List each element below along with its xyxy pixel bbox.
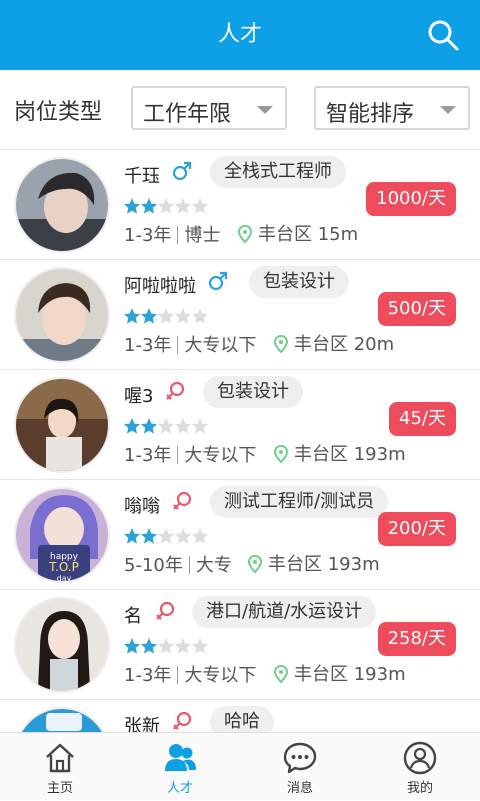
experience-education: 5-10年 大专 <box>124 551 232 577</box>
list-item[interactable]: 千珏 全栈式工程师 1000/天 1-3年 博士 丰台区 15m <box>0 150 480 260</box>
tab-messages-label: 消息 <box>286 781 313 796</box>
talent-name: 嗡嗡 <box>124 496 160 517</box>
experience-education: 1-3年 大专以下 <box>124 441 256 467</box>
job-tag: 包装设计 <box>249 266 349 298</box>
chevron-down-icon <box>440 106 456 114</box>
education: 大专以下 <box>184 335 257 356</box>
location-pin-icon <box>273 334 289 354</box>
female-icon <box>166 381 185 400</box>
search-icon[interactable] <box>426 18 460 52</box>
sort-dropdown[interactable]: 智能排序 <box>314 86 470 130</box>
avatar <box>14 707 110 732</box>
location-text: 丰台区 193m <box>294 444 406 465</box>
location-text: 丰台区 193m <box>268 554 380 575</box>
tab-messages[interactable]: 消息 <box>240 733 360 801</box>
price-badge: 45/天 <box>389 402 456 436</box>
chevron-down-icon <box>257 106 273 114</box>
education: 大专以下 <box>184 445 257 466</box>
talent-name: 名 <box>124 606 142 627</box>
female-icon <box>156 601 175 620</box>
job-type-filter[interactable]: 岗位类型 <box>14 94 102 126</box>
list-item[interactable]: 喔3 包装设计 45/天 1-3年 大专以下 丰台区 193m <box>0 370 480 480</box>
female-icon <box>173 491 192 510</box>
job-tag: 哈哈 <box>210 706 274 732</box>
list-item[interactable]: 名 港口/航道/水运设计 258/天 1-3年 大专以下 丰台区 193m <box>0 590 480 700</box>
page-title: 人才 <box>217 22 262 47</box>
experience: 1-3年 <box>124 225 172 246</box>
avatar: happy T.O.P day <box>14 487 110 583</box>
tab-home[interactable]: 主页 <box>0 733 120 801</box>
rating-stars <box>124 198 208 214</box>
talent-name: 喔3 <box>124 386 154 407</box>
education: 大专以下 <box>184 665 257 686</box>
location-text: 丰台区 193m <box>294 664 406 685</box>
talent-name: 张新 <box>124 716 160 732</box>
chat-bubble-icon <box>283 742 317 774</box>
list-item[interactable]: 张新 哈哈 <box>0 700 480 732</box>
job-tag: 港口/航道/水运设计 <box>192 596 377 628</box>
rating-stars <box>124 638 208 654</box>
app-header: 人才 <box>0 0 480 70</box>
avatar <box>14 377 110 473</box>
rating-stars <box>124 308 208 324</box>
home-icon <box>46 743 74 773</box>
tab-mine[interactable]: 我的 <box>360 733 480 801</box>
user-profile-icon <box>403 741 437 775</box>
education: 大专 <box>195 555 232 576</box>
experience-dropdown-label: 工作年限 <box>143 102 232 127</box>
price-badge: 258/天 <box>377 622 456 656</box>
location: 丰台区 193m <box>273 440 406 466</box>
avatar <box>14 157 110 253</box>
job-tag: 测试工程师/测试员 <box>210 486 389 518</box>
avatar <box>14 597 110 693</box>
svg-text:day: day <box>57 574 72 583</box>
experience-education: 1-3年 大专以下 <box>124 331 256 357</box>
experience: 5-10年 <box>124 555 183 576</box>
list-item[interactable]: happy T.O.P day 嗡嗡 测试工程师/测试员 200/天 5-10年 大专… <box>0 480 480 590</box>
talent-name: 千珏 <box>124 166 160 187</box>
tab-home-label: 主页 <box>46 781 73 796</box>
location-pin-icon <box>273 664 289 684</box>
experience: 1-3年 <box>124 445 172 466</box>
job-tag: 全栈式工程师 <box>210 156 346 188</box>
svg-text:T.O.P: T.O.P <box>48 560 79 574</box>
location: 丰台区 15m <box>237 220 359 246</box>
rating-stars <box>124 418 208 434</box>
talent-list[interactable]: 千珏 全栈式工程师 1000/天 1-3年 博士 丰台区 15m 阿啦啦啦 包装设… <box>0 150 480 732</box>
experience-dropdown[interactable]: 工作年限 <box>131 86 287 130</box>
location-text: 丰台区 20m <box>294 334 395 355</box>
tab-mine-label: 我的 <box>406 781 433 796</box>
tab-talent-label: 人才 <box>166 781 193 796</box>
avatar <box>14 267 110 363</box>
experience: 1-3年 <box>124 335 172 356</box>
location-text: 丰台区 15m <box>258 224 359 245</box>
tab-talent[interactable]: 人才 <box>120 733 240 801</box>
bottom-tab-bar: 主页 人才 消息 我的 <box>0 732 480 800</box>
price-badge: 200/天 <box>377 512 456 546</box>
job-tag: 包装设计 <box>203 376 303 408</box>
price-badge: 500/天 <box>377 292 456 326</box>
location-pin-icon <box>237 224 253 244</box>
rating-stars <box>124 528 208 544</box>
list-item[interactable]: 阿啦啦啦 包装设计 500/天 1-3年 大专以下 丰台区 20m <box>0 260 480 370</box>
female-icon <box>173 711 192 730</box>
location: 丰台区 20m <box>273 330 395 356</box>
male-icon <box>208 271 228 291</box>
people-icon <box>165 744 196 771</box>
location-pin-icon <box>247 554 263 574</box>
education: 博士 <box>184 225 221 246</box>
talent-name: 阿啦啦啦 <box>124 276 196 297</box>
location: 丰台区 193m <box>273 660 406 686</box>
location-pin-icon <box>273 444 289 464</box>
experience-education: 1-3年 大专以下 <box>124 661 256 687</box>
male-icon <box>172 161 192 181</box>
location: 丰台区 193m <box>247 550 380 576</box>
experience: 1-3年 <box>124 665 172 686</box>
sort-dropdown-label: 智能排序 <box>326 102 415 127</box>
experience-education: 1-3年 博士 <box>124 221 220 247</box>
price-badge: 1000/天 <box>366 182 456 216</box>
filter-bar: 岗位类型 工作年限 智能排序 <box>0 70 480 150</box>
